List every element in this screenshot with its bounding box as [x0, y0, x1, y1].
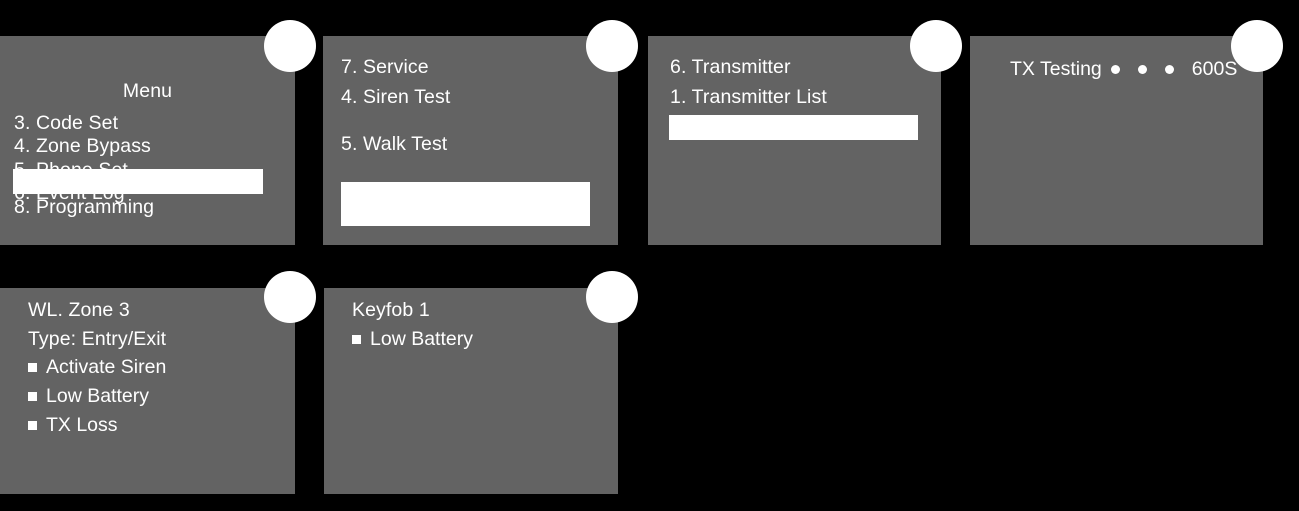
menu-panel[interactable]: Menu 3. Code Set 4. Zone Bypass 5. Phone… — [0, 36, 295, 245]
keyfob-option-low-battery[interactable]: Low Battery — [352, 328, 473, 350]
callout-dot-tx-testing-panel — [1231, 20, 1283, 72]
wl-zone-panel[interactable]: WL. Zone 3 Type: Entry/Exit Activate Sir… — [0, 288, 295, 494]
service-item-walk-test[interactable]: 5. Walk Test — [341, 134, 447, 155]
transmitter-item-transmitter-list[interactable]: 1. Transmitter List — [670, 87, 827, 108]
service-selection-highlight-bar[interactable] — [341, 182, 590, 226]
keyfob-panel[interactable]: Keyfob 1 Low Battery — [324, 288, 618, 494]
service-panel[interactable]: 7. Service 4. Siren Test 5. Walk Test — [323, 36, 618, 245]
menu-item-code-set[interactable]: 3. Code Set — [14, 113, 118, 134]
tx-testing-panel[interactable]: TX Testing 600S — [970, 36, 1263, 245]
keyfob-title: Keyfob 1 — [352, 299, 430, 321]
screenshot-canvas: Menu 3. Code Set 4. Zone Bypass 5. Phone… — [0, 0, 1299, 511]
tx-testing-duration: 600S — [1191, 58, 1238, 80]
menu-panel-title: Menu — [122, 80, 173, 102]
service-item-service[interactable]: 7. Service — [341, 57, 429, 78]
tx-progress-dot — [1164, 65, 1174, 75]
tx-progress-dot — [1137, 65, 1147, 75]
menu-selection-highlight-bar[interactable] — [13, 169, 263, 194]
callout-dot-transmitter-panel — [910, 20, 962, 72]
tx-progress-dot — [1110, 65, 1120, 75]
transmitter-panel[interactable]: 6. Transmitter 1. Transmitter List — [648, 36, 941, 245]
wl-zone-title: WL. Zone 3 — [28, 299, 130, 321]
tx-testing-label: TX Testing — [1010, 58, 1102, 80]
menu-item-zone-bypass[interactable]: 4. Zone Bypass — [14, 136, 151, 157]
checkbox-square-icon[interactable] — [28, 421, 37, 431]
wl-zone-option-tx-loss[interactable]: TX Loss — [28, 414, 118, 436]
wl-zone-option-activate-siren[interactable]: Activate Siren — [28, 356, 167, 378]
service-item-siren-test[interactable]: 4. Siren Test — [341, 87, 450, 108]
checkbox-square-icon[interactable] — [28, 392, 37, 402]
wl-zone-option-label: TX Loss — [46, 414, 118, 436]
tx-testing-status-line: TX Testing 600S — [1010, 58, 1238, 80]
tx-testing-progress-dots — [1102, 65, 1183, 75]
wl-zone-option-label: Activate Siren — [46, 356, 167, 378]
callout-dot-wl-zone-panel — [264, 271, 316, 323]
transmitter-selection-highlight-bar[interactable] — [669, 115, 918, 140]
keyfob-option-label: Low Battery — [370, 328, 473, 350]
checkbox-square-icon[interactable] — [352, 335, 361, 345]
checkbox-square-icon[interactable] — [28, 363, 37, 373]
callout-dot-service-panel — [586, 20, 638, 72]
menu-item-programming[interactable]: 8. Programming — [14, 197, 154, 218]
wl-zone-option-low-battery[interactable]: Low Battery — [28, 385, 149, 407]
callout-dot-menu-panel — [264, 20, 316, 72]
transmitter-item-transmitter[interactable]: 6. Transmitter — [670, 57, 791, 78]
wl-zone-option-label: Low Battery — [46, 385, 149, 407]
callout-dot-keyfob-panel — [586, 271, 638, 323]
wl-zone-type-line: Type: Entry/Exit — [28, 328, 167, 350]
